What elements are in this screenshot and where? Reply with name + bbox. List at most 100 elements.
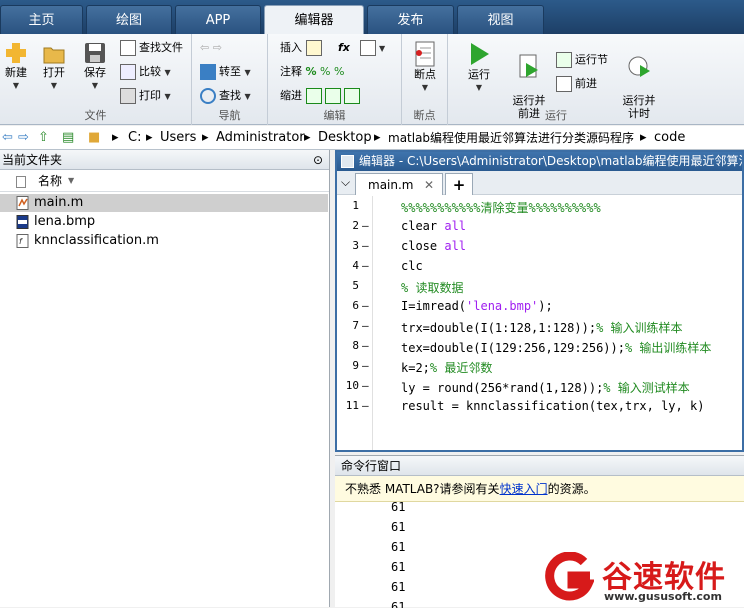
file-row-knnclassification[interactable]: f knnclassification.m: [0, 232, 328, 250]
back-arrow-icon: ⇦: [200, 41, 210, 54]
function-hint-button[interactable]: ▼: [360, 38, 385, 58]
editor-tab-main[interactable]: main.m ✕: [355, 173, 443, 195]
chevron-down-icon: ▼: [12, 81, 20, 90]
plus-icon: +: [452, 176, 466, 194]
breadcrumb-administrator[interactable]: Administrator: [216, 126, 305, 150]
breadcrumb-desktop[interactable]: Desktop: [318, 126, 372, 150]
breakpoint-marker[interactable]: –: [362, 339, 369, 352]
line-number: 5: [352, 279, 359, 292]
breakpoint-marker[interactable]: –: [362, 219, 369, 232]
open-button[interactable]: 打开 ▼: [40, 40, 68, 92]
forward-arrow-icon: ⇨: [212, 41, 222, 54]
breadcrumb-drive[interactable]: C:: [128, 126, 141, 150]
forward-arrow-icon[interactable]: ⇨: [18, 126, 29, 150]
save-button[interactable]: 保存 ▼: [80, 40, 110, 92]
output-line: 61: [391, 560, 406, 574]
ribbon-toolbar: 新建 ▼ 打开 ▼ 保存 ▼ 查找文件 比较 ▼ 打印 ▼ 文件 ⇦ ⇨ 转至 ▼ 查…: [0, 34, 744, 125]
back-forward-buttons[interactable]: ⇦ ⇨: [200, 38, 222, 58]
advance-icon: [556, 76, 572, 92]
getting-started-link[interactable]: 快速入门: [500, 482, 548, 496]
tab-plots[interactable]: 绘图: [86, 5, 172, 34]
breadcrumb-sep: ▸: [146, 130, 153, 145]
print-button[interactable]: 打印 ▼: [120, 86, 171, 106]
insert-button[interactable]: 插入: [280, 38, 325, 58]
stopwatch-icon: [628, 56, 650, 77]
editor-title-bar: 编辑器 - C:\Users\Administrator\Desktop\mat…: [337, 152, 742, 171]
editor-title: 编辑器 - C:\Users\Administrator\Desktop\mat…: [359, 154, 742, 168]
code-line: %%%%%%%%%%%清除变量%%%%%%%%%%: [401, 201, 601, 215]
chevron-down-icon: ▼: [244, 68, 251, 77]
up-folder-icon[interactable]: ⇧: [38, 126, 49, 150]
breakpoint-marker[interactable]: –: [362, 379, 369, 392]
breakpoint-marker[interactable]: –: [362, 299, 369, 312]
breadcrumb-sep: ▸: [640, 130, 647, 145]
name-column-header[interactable]: 名称: [38, 170, 62, 192]
chevron-down-icon: ▼: [475, 83, 483, 92]
file-list-header: 名称 ▼: [0, 170, 329, 192]
new-button[interactable]: 新建 ▼: [2, 40, 30, 92]
line-number: 8: [352, 339, 359, 352]
breakpoint-marker[interactable]: –: [362, 359, 369, 372]
advance-button[interactable]: 前进: [556, 74, 597, 94]
editor-tab-strip: ⌵ main.m ✕ +: [337, 171, 742, 195]
line-number: 9: [352, 359, 359, 372]
decrease-indent-icon: [343, 88, 360, 104]
indent-button[interactable]: 缩进: [280, 86, 363, 106]
tab-publish[interactable]: 发布: [367, 5, 454, 34]
breadcrumb-users[interactable]: Users: [160, 126, 196, 150]
code-area[interactable]: 1 %%%%%%%%%%%清除变量%%%%%%%%%% 2– clear all 3– c…: [337, 196, 742, 450]
breakpoints-group: 断点 ▼ 断点: [402, 34, 448, 125]
current-folder-title: 当前文件夹: [2, 153, 63, 167]
run-group-label: 运行: [545, 109, 567, 122]
new-file-icon: [6, 43, 26, 63]
tab-view[interactable]: 视图: [457, 5, 544, 34]
tab-apps[interactable]: APP: [175, 5, 261, 34]
file-group-label: 文件: [84, 109, 107, 122]
breakpoint-marker[interactable]: –: [362, 399, 369, 412]
browse-folder-icon[interactable]: ▤: [62, 126, 74, 150]
panel-menu-icon[interactable]: ⊙: [313, 150, 323, 170]
breakpoint-marker[interactable]: –: [362, 239, 369, 252]
close-tab-icon[interactable]: ✕: [424, 174, 434, 196]
new-tab-button[interactable]: +: [445, 173, 473, 195]
breadcrumb-code[interactable]: code: [654, 126, 685, 150]
run-play-icon: [471, 43, 489, 65]
back-arrow-icon[interactable]: ⇦: [2, 126, 13, 150]
line-number: 4: [352, 259, 359, 272]
edit-group: 插入 fx ▼ 注释 % % % 缩进 编辑: [268, 34, 402, 125]
run-button[interactable]: 运行 ▼: [462, 40, 496, 94]
find-files-button[interactable]: 查找文件: [120, 38, 183, 58]
code-line: % 读取数据: [401, 281, 464, 295]
compare-button[interactable]: 比较 ▼: [120, 62, 171, 82]
current-folder-panel: 当前文件夹 ⊙ 名称 ▼ main.m lena.bmp f knnclassi…: [0, 150, 330, 607]
run-section-button[interactable]: 运行节: [556, 50, 608, 70]
code-line: tex=double(I(129:256,129:256));% 输出训练样本: [401, 341, 712, 355]
smart-indent-icon: [305, 88, 322, 104]
wrap-comment-icon: %: [333, 65, 345, 78]
tab-list-icon[interactable]: ⌵: [341, 175, 350, 190]
breakpoints-button[interactable]: 断点 ▼: [408, 40, 442, 94]
line-number: 7: [352, 319, 359, 332]
line-number: 3: [352, 239, 359, 252]
goto-button[interactable]: 转至 ▼: [200, 62, 251, 82]
function-file-icon: f: [16, 234, 29, 248]
file-type-column-icon: [16, 176, 26, 188]
chevron-down-icon: ▼: [244, 92, 251, 101]
tab-home[interactable]: 主页: [0, 5, 83, 34]
function-hint-icon: [360, 40, 376, 56]
file-row-main[interactable]: main.m: [0, 194, 328, 212]
navigate-group-label: 导航: [218, 109, 241, 122]
comment-button[interactable]: 注释 % % %: [280, 62, 344, 82]
getting-started-notice: 不熟悉 MATLAB?请参阅有关快速入门的资源。: [335, 476, 744, 502]
find-button[interactable]: 查找 ▼: [200, 86, 251, 106]
file-row-lena[interactable]: lena.bmp: [0, 213, 328, 231]
tab-editor[interactable]: 编辑器: [264, 5, 364, 34]
breakpoint-marker[interactable]: –: [362, 319, 369, 332]
percent-comment-icon: %: [305, 65, 317, 78]
chevron-down-icon: ▼: [91, 81, 99, 90]
breadcrumb-project-folder[interactable]: matlab编程使用最近邻算法进行分类源码程序: [388, 126, 634, 150]
breakpoint-marker[interactable]: –: [362, 259, 369, 272]
code-line: ly = round(256*rand(1,128));% 输入测试样本: [401, 381, 690, 395]
insert-function-button[interactable]: fx: [338, 38, 350, 58]
chevron-down-icon: ▼: [164, 68, 171, 77]
